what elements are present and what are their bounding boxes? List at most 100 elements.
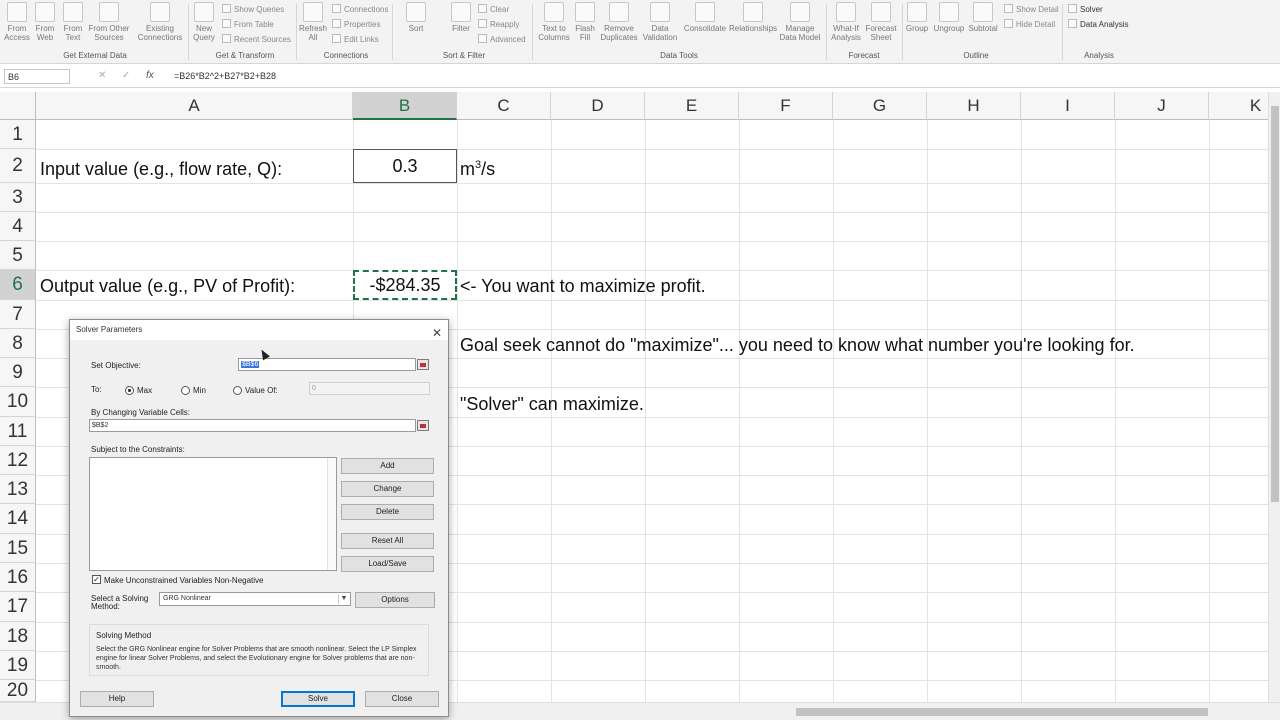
collapse-dialog-icon[interactable] (417, 420, 429, 431)
from-other-sources-button[interactable]: From Other Sources (88, 2, 130, 42)
column-header-a[interactable]: A (36, 92, 353, 120)
cancel-icon[interactable]: ✕ (98, 70, 106, 81)
solving-method-select[interactable]: GRG Nonlinear ▼ (159, 592, 351, 606)
cell-c6[interactable]: <- You want to maximize profit. (460, 276, 706, 297)
new-query-button[interactable]: New Query (190, 2, 218, 42)
horizontal-scroll-thumb[interactable] (796, 708, 1208, 716)
text-to-columns-button[interactable]: Text to Columns (536, 2, 572, 42)
column-header-k[interactable]: K (1209, 92, 1268, 120)
column-header-e[interactable]: E (645, 92, 739, 120)
close-icon[interactable]: ✕ (432, 323, 442, 343)
value-of-field[interactable]: 0 (309, 382, 430, 395)
row-header[interactable]: 7 (0, 300, 36, 329)
row-header[interactable]: 1 (0, 120, 36, 149)
row-header[interactable]: 17 (0, 592, 36, 622)
cell-a6[interactable]: Output value (e.g., PV of Profit): (40, 276, 295, 297)
options-button[interactable]: Options (355, 592, 435, 608)
row-header[interactable]: 9 (0, 358, 36, 387)
row-header[interactable]: 18 (0, 622, 36, 651)
row-header[interactable]: 15 (0, 534, 36, 563)
vertical-scrollbar[interactable] (1268, 92, 1280, 702)
hide-detail-button[interactable]: Hide Detail (1004, 19, 1055, 30)
row-header[interactable]: 14 (0, 504, 36, 534)
min-radio[interactable] (181, 386, 190, 395)
group-button[interactable]: Group (904, 2, 930, 33)
from-web-button[interactable]: From Web (32, 2, 58, 42)
column-header-g[interactable]: G (833, 92, 927, 120)
insert-function-icon[interactable]: fx (146, 70, 154, 81)
add-button[interactable]: Add (341, 458, 434, 474)
column-header-h[interactable]: H (927, 92, 1021, 120)
from-text-button[interactable]: From Text (60, 2, 86, 42)
delete-button[interactable]: Delete (341, 504, 434, 520)
column-header-c[interactable]: C (457, 92, 551, 120)
name-box[interactable]: B6 (4, 69, 70, 84)
refresh-all-button[interactable]: Refresh All (298, 2, 328, 42)
vertical-scroll-thumb[interactable] (1271, 106, 1279, 502)
help-button[interactable]: Help (80, 691, 154, 707)
cell-c10[interactable]: "Solver" can maximize. (460, 394, 644, 415)
data-validation-button[interactable]: Data Validation (640, 2, 680, 42)
forecast-sheet-button[interactable]: Forecast Sheet (864, 2, 898, 42)
change-button[interactable]: Change (341, 481, 434, 497)
cell-c8[interactable]: Goal seek cannot do "maximize"... you ne… (460, 335, 1135, 356)
row-header[interactable]: 13 (0, 475, 36, 504)
flash-fill-button[interactable]: Flash Fill (574, 2, 596, 42)
cell-b6-selected[interactable]: -$284.35 (353, 270, 457, 300)
reset-all-button[interactable]: Reset All (341, 533, 434, 549)
cell-b2[interactable]: 0.3 (353, 149, 457, 183)
edit-links-button[interactable]: Edit Links (332, 34, 379, 45)
row-header[interactable]: 8 (0, 329, 36, 358)
show-queries-button[interactable]: Show Queries (222, 4, 284, 15)
constraints-scrollbar[interactable] (327, 458, 336, 570)
select-all-corner[interactable] (0, 92, 36, 120)
solve-button[interactable]: Solve (281, 691, 355, 707)
column-header-i[interactable]: I (1021, 92, 1115, 120)
max-radio[interactable] (125, 386, 134, 395)
nonnegative-checkbox[interactable]: ✓ (92, 575, 101, 584)
data-analysis-button[interactable]: Data Analysis (1068, 19, 1128, 30)
row-header[interactable]: 5 (0, 241, 36, 270)
subtotal-button[interactable]: Subtotal (966, 2, 1000, 33)
row-header[interactable]: 20 (0, 680, 36, 702)
row-header[interactable]: 12 (0, 446, 36, 475)
what-if-analysis-button[interactable]: What-If Analysis (828, 2, 864, 42)
cell-a2[interactable]: Input value (e.g., flow rate, Q): (40, 159, 282, 180)
row-header[interactable]: 19 (0, 651, 36, 680)
reapply-button[interactable]: Reapply (478, 19, 519, 30)
from-table-button[interactable]: From Table (222, 19, 274, 30)
solver-button[interactable]: Solver (1068, 4, 1103, 15)
column-header-d[interactable]: D (551, 92, 645, 120)
filter-button[interactable]: Filter (446, 2, 476, 33)
clear-filter-button[interactable]: Clear (478, 4, 509, 15)
load-save-button[interactable]: Load/Save (341, 556, 434, 572)
column-header-f[interactable]: F (739, 92, 833, 120)
cell-c2[interactable]: m3/s (460, 159, 495, 180)
formula-input[interactable]: =B26*B2^2+B27*B2+B28 (174, 71, 276, 81)
row-header[interactable]: 4 (0, 212, 36, 241)
value-of-radio[interactable] (233, 386, 242, 395)
connections-button[interactable]: Connections (332, 4, 388, 15)
remove-duplicates-button[interactable]: Remove Duplicates (598, 2, 640, 42)
column-header-b[interactable]: B (353, 92, 457, 120)
row-header[interactable]: 11 (0, 417, 36, 446)
advanced-filter-button[interactable]: Advanced (478, 34, 526, 45)
consolidate-button[interactable]: Consolidate (682, 2, 728, 33)
constraints-list[interactable] (89, 457, 337, 571)
row-header[interactable]: 16 (0, 563, 36, 592)
row-header[interactable]: 3 (0, 183, 36, 212)
existing-connections-button[interactable]: Existing Connections (136, 2, 184, 42)
manage-data-model-button[interactable]: Manage Data Model (778, 2, 822, 42)
enter-icon[interactable]: ✓ (122, 70, 130, 81)
from-access-button[interactable]: From Access (4, 2, 30, 42)
relationships-button[interactable]: Relationships (728, 2, 778, 33)
close-button[interactable]: Close (365, 691, 439, 707)
show-detail-button[interactable]: Show Detail (1004, 4, 1059, 15)
row-header[interactable]: 6 (0, 270, 36, 300)
column-header-j[interactable]: J (1115, 92, 1209, 120)
row-header[interactable]: 10 (0, 387, 36, 417)
properties-button[interactable]: Properties (332, 19, 380, 30)
changing-cells-field[interactable]: $B$2 (89, 419, 416, 432)
collapse-dialog-icon[interactable] (417, 359, 429, 370)
set-objective-field[interactable]: $B$6 (238, 358, 416, 371)
